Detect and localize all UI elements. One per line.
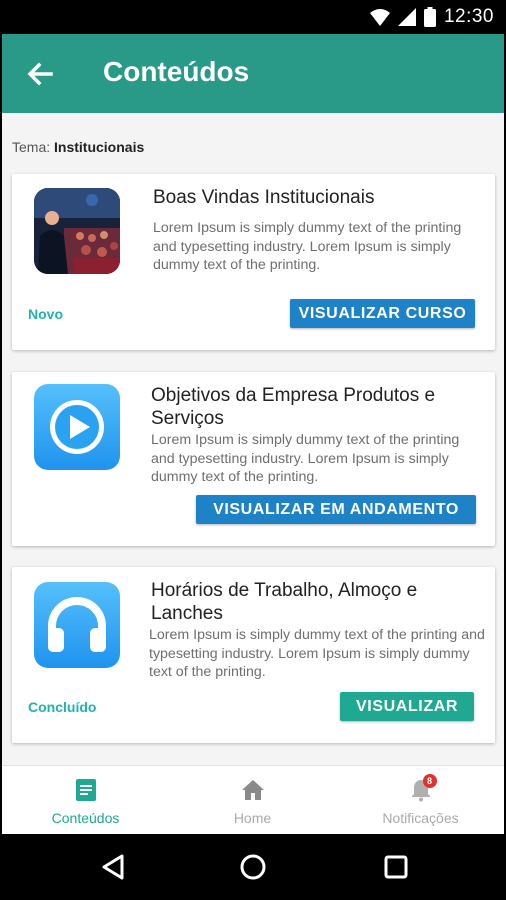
status-icons: 12:30 — [369, 6, 494, 28]
course-description: Lorem Ipsum is simply dummy text of the … — [149, 627, 485, 680]
course-thumbnail — [34, 582, 120, 668]
signal-icon — [397, 8, 416, 26]
theme-label-prefix: Tema: — [12, 139, 51, 155]
page-title: Conteúdos — [103, 56, 250, 87]
presentation-photo-icon — [34, 188, 120, 274]
course-card[interactable]: Boas Vindas Institucionais Lorem Ipsum i… — [12, 174, 495, 350]
bell-icon-wrap: 8 — [409, 774, 437, 802]
view-button[interactable]: VISUALIZAR — [340, 692, 474, 721]
course-card[interactable]: Horários de Trabalho, Almoço e Lanches L… — [12, 567, 495, 743]
nav-label: Notificações — [382, 810, 459, 826]
course-thumbnail — [34, 384, 120, 470]
course-description: Lorem Ipsum is simply dummy text of the … — [153, 220, 462, 273]
course-card[interactable]: Objetivos da Empresa Produtos e Serviços… — [12, 372, 495, 546]
nav-item-home[interactable]: Home — [169, 766, 336, 835]
back-arrow-icon[interactable] — [24, 58, 56, 90]
theme-value: Institucionais — [54, 139, 145, 155]
status-time: 12:30 — [443, 6, 494, 27]
app-bar: Conteúdos — [2, 34, 504, 113]
nav-label: Home — [233, 810, 272, 826]
bottom-navigation: Conteúdos Home 8 Notificações — [2, 765, 504, 834]
wifi-icon — [369, 9, 390, 26]
view-in-progress-button[interactable]: VISUALIZAR EM ANDAMENTO — [196, 495, 476, 524]
status-badge: Novo — [28, 306, 63, 322]
nav-item-notificacoes[interactable]: 8 Notificações — [337, 766, 504, 835]
view-course-button[interactable]: VISUALIZAR CURSO — [290, 299, 475, 328]
system-navigation-bar — [0, 834, 506, 900]
theme-label: Tema: Institucionais — [12, 139, 144, 155]
home-icon — [241, 780, 264, 800]
nav-item-conteudos[interactable]: Conteúdos — [2, 766, 169, 835]
course-description: Lorem Ipsum is simply dummy text of the … — [151, 432, 460, 485]
content-list[interactable]: Tema: Institucionais Boas Vindas Institu… — [2, 113, 504, 765]
status-bar: 12:30 — [0, 0, 506, 34]
document-icon — [75, 779, 96, 801]
status-badge: Concluído — [28, 699, 97, 715]
home-circle-icon[interactable] — [237, 851, 269, 883]
back-triangle-icon[interactable] — [98, 851, 130, 883]
course-title: Objetivos da Empresa Produtos e Serviços — [151, 385, 436, 429]
battery-icon — [423, 7, 436, 27]
notification-count-badge: 8 — [422, 774, 437, 788]
course-title: Boas Vindas Institucionais — [153, 187, 375, 208]
course-title: Horários de Trabalho, Almoço e Lanches — [151, 580, 418, 624]
headphones-icon — [48, 597, 106, 652]
recents-square-icon[interactable] — [380, 851, 412, 883]
course-thumbnail-photo — [34, 188, 120, 274]
nav-label: Conteúdos — [51, 810, 120, 826]
play-icon — [50, 400, 104, 454]
